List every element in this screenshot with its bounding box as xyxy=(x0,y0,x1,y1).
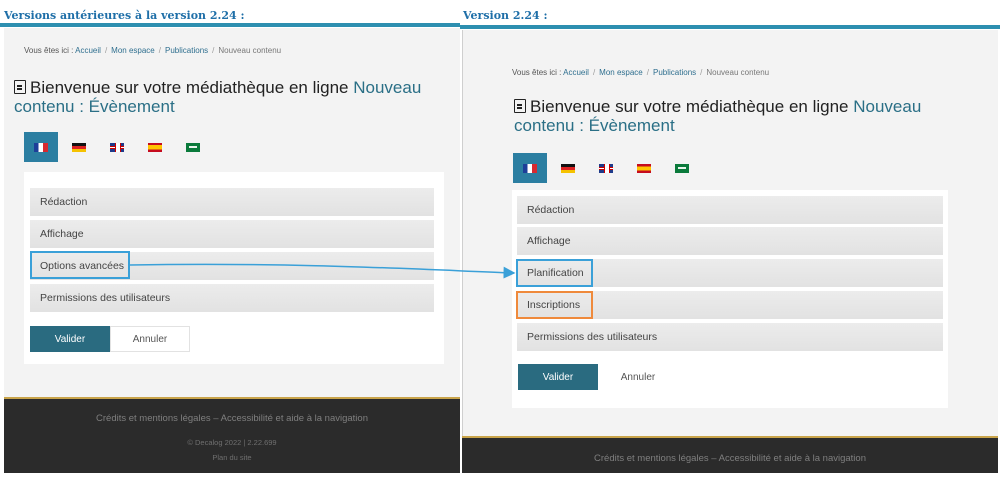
breadcrumb-link-home[interactable]: Accueil xyxy=(563,68,589,77)
flag-sa-icon xyxy=(186,142,200,152)
footer-sitemap-link[interactable]: Plan du site xyxy=(4,453,460,462)
left-footer: Crédits et mentions légales – Accessibil… xyxy=(4,397,460,473)
comparison-screenshot: Versions antérieures à la version 2.24 :… xyxy=(0,0,1000,477)
left-top-accent-bar xyxy=(0,23,460,27)
page-title-main: Bienvenue sur votre médiathèque en ligne xyxy=(530,97,849,116)
breadcrumb-current: Nouveau contenu xyxy=(706,68,770,77)
language-selector xyxy=(24,132,214,162)
breadcrumb-prefix: Vous êtes ici : xyxy=(512,68,562,77)
language-gb-button[interactable] xyxy=(100,132,134,162)
highlight-planification xyxy=(516,259,593,287)
flag-es-icon xyxy=(637,163,651,173)
footer-copyright: © Decalog 2022 | 2.22.699 xyxy=(187,438,277,447)
right-top-accent-bar xyxy=(460,25,1000,29)
flag-fr-icon xyxy=(523,163,537,173)
language-sa-button[interactable] xyxy=(176,132,210,162)
right-version-heading: Version 2.24 : xyxy=(463,9,548,22)
page-title-accent-2: contenu : Évènement xyxy=(514,116,675,135)
flag-de-icon xyxy=(561,163,575,173)
language-selector xyxy=(513,153,703,183)
section-redaction[interactable]: Rédaction xyxy=(30,188,434,216)
breadcrumb: Vous êtes ici : Accueil / Mon espace / Publi… xyxy=(24,46,282,55)
footer-accent-line xyxy=(462,436,998,438)
page-title-accent-1: Nouveau xyxy=(353,78,422,97)
language-fr-button[interactable] xyxy=(24,132,58,162)
cancel-button[interactable]: Annuler xyxy=(110,326,190,352)
language-gb-button[interactable] xyxy=(589,153,623,183)
page-title-accent-2: contenu : Évènement xyxy=(14,97,175,116)
left-version-heading: Versions antérieures à la version 2.24 : xyxy=(4,9,245,22)
breadcrumb-prefix: Vous êtes ici : xyxy=(24,46,74,55)
flag-fr-icon xyxy=(34,142,48,152)
page-title: Bienvenue sur votre médiathèque en ligne… xyxy=(514,97,984,135)
breadcrumb-link-publications[interactable]: Publications xyxy=(165,46,208,55)
section-permissions[interactable]: Permissions des utilisateurs xyxy=(30,284,434,312)
breadcrumb: Vous êtes ici : Accueil / Mon espace / Publi… xyxy=(512,68,770,77)
section-redaction[interactable]: Rédaction xyxy=(517,196,943,224)
cancel-button[interactable]: Annuler xyxy=(598,364,678,390)
flag-gb-icon xyxy=(599,163,613,173)
breadcrumb-link-home[interactable]: Accueil xyxy=(75,46,101,55)
document-icon xyxy=(14,80,26,94)
section-affichage[interactable]: Affichage xyxy=(30,220,434,248)
footer-accent-line xyxy=(4,397,460,399)
page-title-accent-1: Nouveau xyxy=(853,97,922,116)
right-footer: Crédits et mentions légales – Accessibil… xyxy=(462,436,998,473)
page-title-main: Bienvenue sur votre médiathèque en ligne xyxy=(30,78,349,97)
flag-de-icon xyxy=(72,142,86,152)
breadcrumb-link-my-space[interactable]: Mon espace xyxy=(599,68,643,77)
section-permissions[interactable]: Permissions des utilisateurs xyxy=(517,323,943,351)
language-de-button[interactable] xyxy=(62,132,96,162)
language-es-button[interactable] xyxy=(627,153,661,183)
breadcrumb-link-my-space[interactable]: Mon espace xyxy=(111,46,155,55)
footer-links[interactable]: Crédits et mentions légales – Accessibil… xyxy=(462,453,998,464)
breadcrumb-current: Nouveau contenu xyxy=(218,46,282,55)
language-sa-button[interactable] xyxy=(665,153,699,183)
highlight-options-avancees xyxy=(30,251,130,279)
document-icon xyxy=(514,99,526,113)
footer-links[interactable]: Crédits et mentions légales – Accessibil… xyxy=(4,413,460,424)
language-es-button[interactable] xyxy=(138,132,172,162)
breadcrumb-link-publications[interactable]: Publications xyxy=(653,68,696,77)
language-fr-button[interactable] xyxy=(513,153,547,183)
flag-es-icon xyxy=(148,142,162,152)
language-de-button[interactable] xyxy=(551,153,585,183)
flag-sa-icon xyxy=(675,163,689,173)
page-title: Bienvenue sur votre médiathèque en ligne… xyxy=(14,78,454,116)
right-panel: Vous êtes ici : Accueil / Mon espace / Publi… xyxy=(462,30,998,473)
section-affichage[interactable]: Affichage xyxy=(517,227,943,255)
submit-button[interactable]: Valider xyxy=(518,364,598,390)
highlight-inscriptions xyxy=(516,291,593,319)
flag-gb-icon xyxy=(110,142,124,152)
submit-button[interactable]: Valider xyxy=(30,326,110,352)
